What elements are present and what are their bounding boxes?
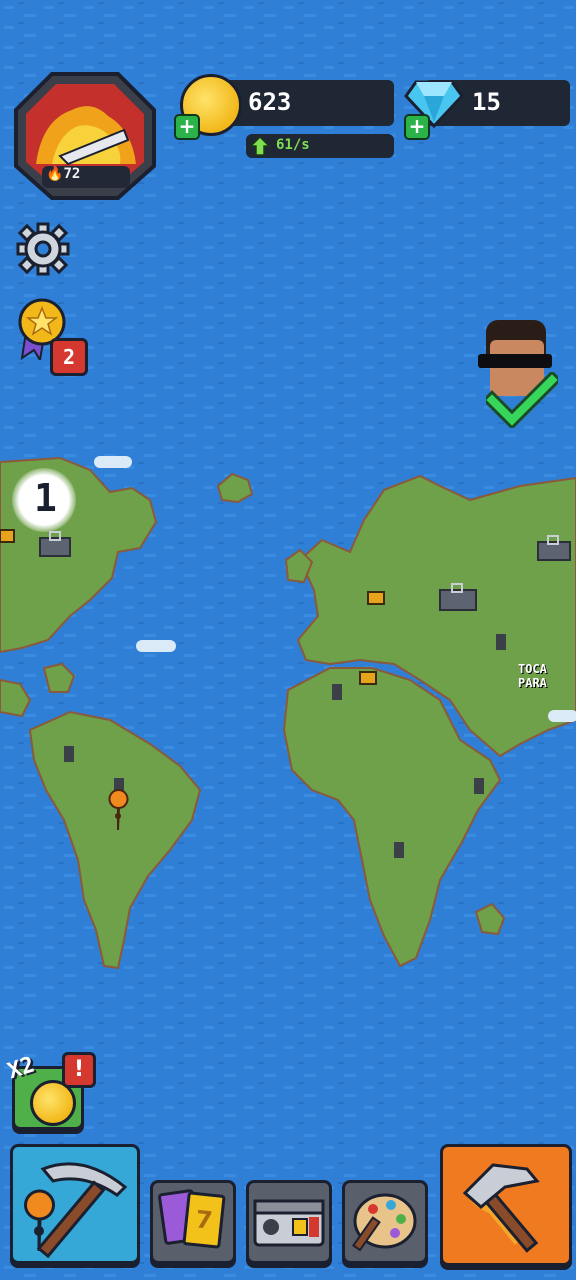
mine-marker[interactable] <box>64 746 74 762</box>
gear-icon[interactable] <box>16 222 70 276</box>
mine-marker[interactable] <box>394 842 404 858</box>
add-gems-button[interactable]: + <box>404 114 430 140</box>
location-label[interactable]: TOCA PARA <box>518 662 576 690</box>
hammer-icon <box>462 1163 540 1253</box>
achievement-badge: 2 <box>50 338 88 376</box>
player-avatar[interactable] <box>474 320 566 430</box>
chest-marker[interactable] <box>0 529 15 543</box>
cloud <box>548 710 576 722</box>
fire-icon: 🔥 <box>46 166 64 182</box>
card-front: 7 <box>182 1191 226 1249</box>
mine-marker[interactable] <box>332 684 342 700</box>
sunglasses-icon <box>478 354 552 368</box>
chest-button[interactable] <box>246 1180 332 1264</box>
cards-button[interactable]: 7 <box>150 1180 236 1264</box>
cloud <box>136 640 176 652</box>
mine-marker[interactable] <box>474 778 484 794</box>
map-pickaxe-button[interactable] <box>10 1144 140 1264</box>
chest-marker[interactable] <box>367 591 385 605</box>
coin-count: 623 <box>248 88 292 116</box>
coin-rate: 61/s <box>276 137 310 153</box>
x2-boost-button[interactable]: X2 ! <box>5 1052 96 1134</box>
pickaxe-icon <box>24 1162 128 1259</box>
palette-icon <box>352 1193 417 1252</box>
coin-rate-panel: 61/s <box>246 134 394 158</box>
location-level-number: 1 <box>34 476 57 520</box>
hammer-build-button[interactable] <box>440 1144 572 1266</box>
checkmark-icon <box>486 372 558 428</box>
achievements-button[interactable]: 2 <box>14 296 88 376</box>
arrow-up-icon <box>250 136 270 156</box>
add-coins-button[interactable]: + <box>174 114 200 140</box>
chest-icon <box>253 1199 325 1247</box>
power-value-panel: 🔥72 <box>42 166 130 188</box>
mine-marker[interactable] <box>496 634 506 650</box>
power-value: 72 <box>63 166 81 182</box>
palette-button[interactable] <box>342 1180 428 1264</box>
power-gauge[interactable]: 🔥72 <box>12 70 158 202</box>
gem-count: 15 <box>472 88 501 116</box>
location-level-bubble[interactable]: 1 <box>12 468 76 532</box>
boost-alert-badge: ! <box>62 1052 96 1088</box>
cards-label: 7 <box>194 1205 214 1235</box>
cloud <box>94 456 132 468</box>
chest-marker[interactable] <box>359 671 377 685</box>
